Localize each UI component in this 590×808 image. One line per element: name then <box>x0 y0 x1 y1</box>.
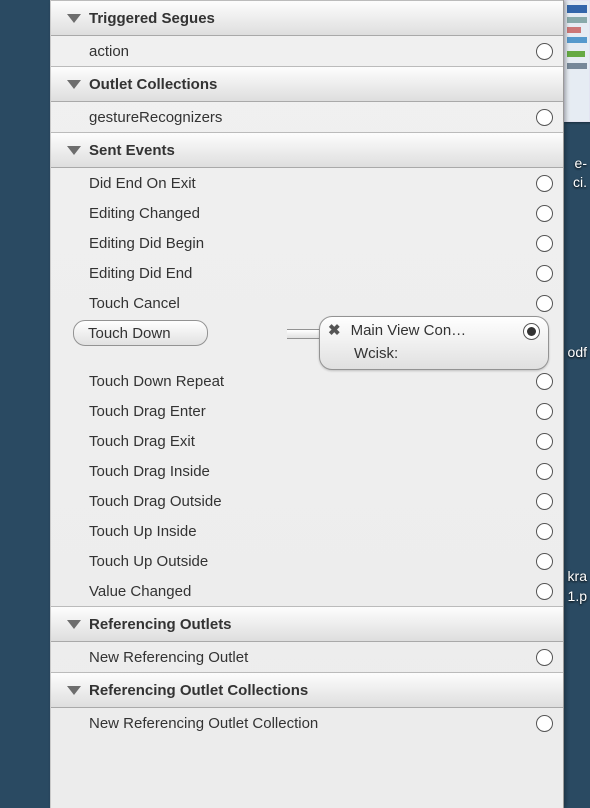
disclosure-triangle-icon <box>67 146 81 155</box>
event-pill: Touch Down <box>73 320 208 346</box>
connection-well-icon[interactable] <box>536 43 553 60</box>
connection-destination-label: Main View Con… <box>351 322 467 339</box>
desktop-caption: odf <box>568 344 587 360</box>
connection-destination: ✖ Main View Con… Wcisk: <box>319 316 549 370</box>
connection-well-icon[interactable] <box>536 583 553 600</box>
event-label: Touch Drag Outside <box>89 493 222 510</box>
event-row[interactable]: Editing Did Begin <box>51 228 563 258</box>
section-triggered-segues[interactable]: Triggered Segues <box>51 0 563 36</box>
connection-well-icon[interactable] <box>536 553 553 570</box>
desktop-thumbnail <box>564 0 590 122</box>
section-title: Triggered Segues <box>89 10 215 27</box>
event-row[interactable]: Touch Up Outside <box>51 546 563 576</box>
outlet-label: New Referencing Outlet Collection <box>89 715 318 732</box>
event-label: Touch Down <box>88 325 171 342</box>
event-label: Editing Did Begin <box>89 235 204 252</box>
connection-well-icon[interactable] <box>536 493 553 510</box>
outlet-row[interactable]: action <box>51 36 563 66</box>
section-title: Outlet Collections <box>89 76 217 93</box>
event-row[interactable]: Value Changed <box>51 576 563 606</box>
connection-action-label: Wcisk: <box>320 343 548 365</box>
event-label: Touch Drag Inside <box>89 463 210 480</box>
connection-well-icon[interactable] <box>536 463 553 480</box>
section-title: Referencing Outlet Collections <box>89 682 308 699</box>
event-label: Touch Down Repeat <box>89 373 224 390</box>
event-label: Touch Up Inside <box>89 523 197 540</box>
connection-well-icon[interactable] <box>536 295 553 312</box>
connection-well-icon[interactable] <box>536 109 553 126</box>
event-label: Value Changed <box>89 583 191 600</box>
section-title: Referencing Outlets <box>89 616 232 633</box>
connection-well-icon[interactable] <box>536 433 553 450</box>
outlet-row[interactable]: New Referencing Outlet Collection <box>51 708 563 738</box>
section-sent-events[interactable]: Sent Events <box>51 132 563 168</box>
disclosure-triangle-icon <box>67 620 81 629</box>
event-row[interactable]: Editing Did End <box>51 258 563 288</box>
outlet-row[interactable]: gestureRecognizers <box>51 102 563 132</box>
event-label: Editing Did End <box>89 265 192 282</box>
connection-well-icon[interactable] <box>536 403 553 420</box>
event-row[interactable]: Touch Drag Outside <box>51 486 563 516</box>
event-label: Touch Cancel <box>89 295 180 312</box>
connection-stub <box>287 329 319 339</box>
connection-well-icon[interactable] <box>536 373 553 390</box>
event-label: Touch Drag Exit <box>89 433 195 450</box>
event-row-connected[interactable]: Touch Down ✖ Main View Con… Wcisk: <box>51 318 563 348</box>
outlet-label: New Referencing Outlet <box>89 649 248 666</box>
event-row[interactable]: Touch Down Repeat <box>51 366 563 396</box>
section-title: Sent Events <box>89 142 175 159</box>
event-label: Touch Drag Enter <box>89 403 206 420</box>
section-referencing-outlet-collections[interactable]: Referencing Outlet Collections <box>51 672 563 708</box>
outlet-label: gestureRecognizers <box>89 109 222 126</box>
disclosure-triangle-icon <box>67 686 81 695</box>
event-row[interactable]: Touch Drag Enter <box>51 396 563 426</box>
event-row[interactable]: Touch Drag Exit <box>51 426 563 456</box>
connection-well-icon[interactable] <box>536 523 553 540</box>
section-outlet-collections[interactable]: Outlet Collections <box>51 66 563 102</box>
connection-well-icon[interactable] <box>536 715 553 732</box>
desktop-caption: kra <box>568 568 587 584</box>
connection-well-icon[interactable] <box>536 205 553 222</box>
desktop-caption: 1.p <box>568 588 587 604</box>
event-label: Editing Changed <box>89 205 200 222</box>
connection-well-icon[interactable] <box>536 235 553 252</box>
delete-connection-icon[interactable]: ✖ <box>328 321 341 339</box>
desktop-caption: ci. <box>573 174 587 190</box>
disclosure-triangle-icon <box>67 80 81 89</box>
event-row[interactable]: Editing Changed <box>51 198 563 228</box>
disclosure-triangle-icon <box>67 14 81 23</box>
desktop-caption: e- <box>575 155 587 171</box>
outlet-label: action <box>89 43 129 60</box>
connections-inspector: Triggered Segues action Outlet Collectio… <box>50 0 564 808</box>
connection-well-icon[interactable] <box>523 323 540 340</box>
outlet-row[interactable]: New Referencing Outlet <box>51 642 563 672</box>
section-referencing-outlets[interactable]: Referencing Outlets <box>51 606 563 642</box>
event-label: Did End On Exit <box>89 175 196 192</box>
connection-well-icon[interactable] <box>536 175 553 192</box>
event-row[interactable]: Touch Cancel <box>51 288 563 318</box>
connection-well-icon[interactable] <box>536 265 553 282</box>
connection-well-icon[interactable] <box>536 649 553 666</box>
event-row[interactable]: Did End On Exit <box>51 168 563 198</box>
event-label: Touch Up Outside <box>89 553 208 570</box>
event-row[interactable]: Touch Drag Inside <box>51 456 563 486</box>
event-row[interactable]: Touch Up Inside <box>51 516 563 546</box>
